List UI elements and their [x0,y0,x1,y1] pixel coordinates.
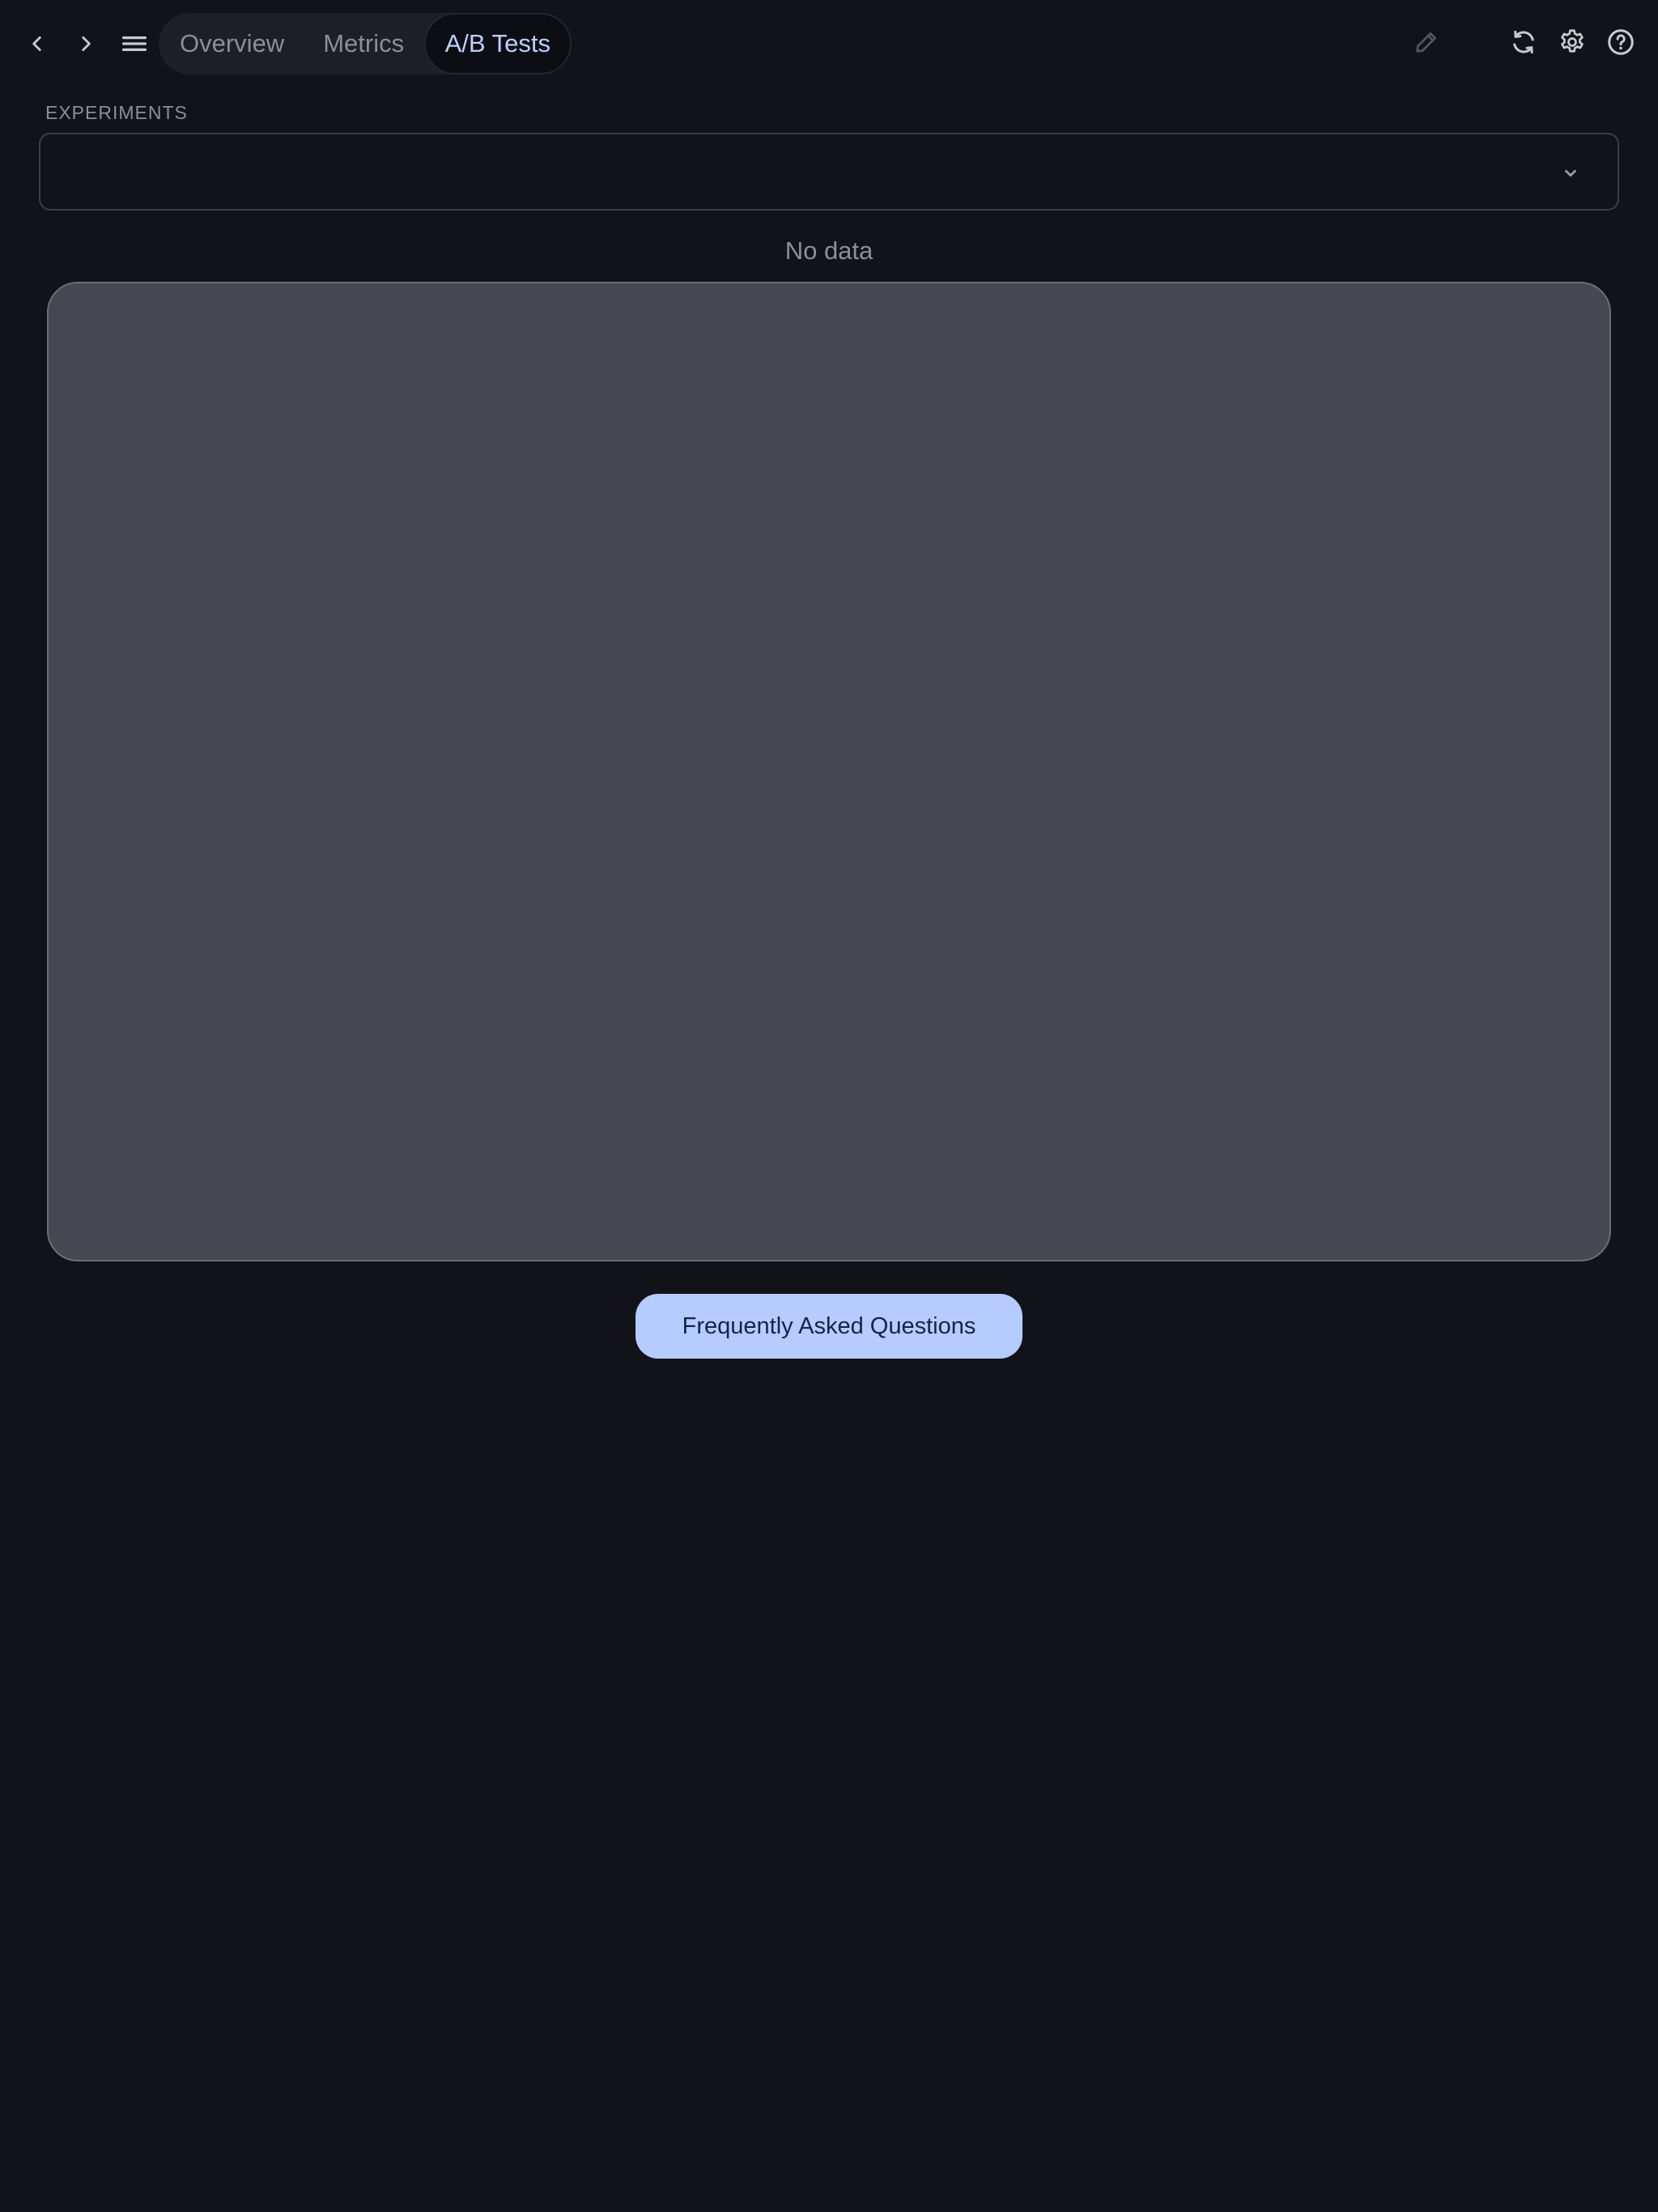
chevron-left-icon [27,33,48,54]
tab-bar: Overview Metrics A/B Tests [159,13,572,74]
tab-metrics[interactable]: Metrics [304,13,423,74]
gear-icon [1558,28,1587,61]
chevron-right-icon [75,33,96,54]
tab-overview[interactable]: Overview [159,13,304,74]
top-bar: Overview Metrics A/B Tests [0,0,1658,87]
menu-button[interactable] [113,23,155,65]
edit-button[interactable] [1405,23,1448,65]
back-button[interactable] [16,23,58,65]
tab-ab-tests[interactable]: A/B Tests [423,13,572,74]
experiments-select[interactable] [39,133,1619,211]
help-button[interactable] [1600,23,1642,65]
experiments-label: EXPERIMENTS [45,102,188,123]
ab-tests-screen: Overview Metrics A/B Tests EXPERIMENTS N… [0,0,1658,2212]
settings-button[interactable] [1551,23,1593,65]
chevron-down-icon [1559,162,1582,185]
faq-button[interactable]: Frequently Asked Questions [636,1294,1022,1359]
no-data-message: No data [784,236,874,265]
pencil-icon [1413,28,1440,60]
help-circle-icon [1606,28,1635,61]
results-panel [47,282,1611,1261]
refresh-button[interactable] [1503,23,1545,65]
refresh-icon [1509,28,1538,61]
forward-button[interactable] [65,23,107,65]
hamburger-menu-icon [121,33,148,54]
